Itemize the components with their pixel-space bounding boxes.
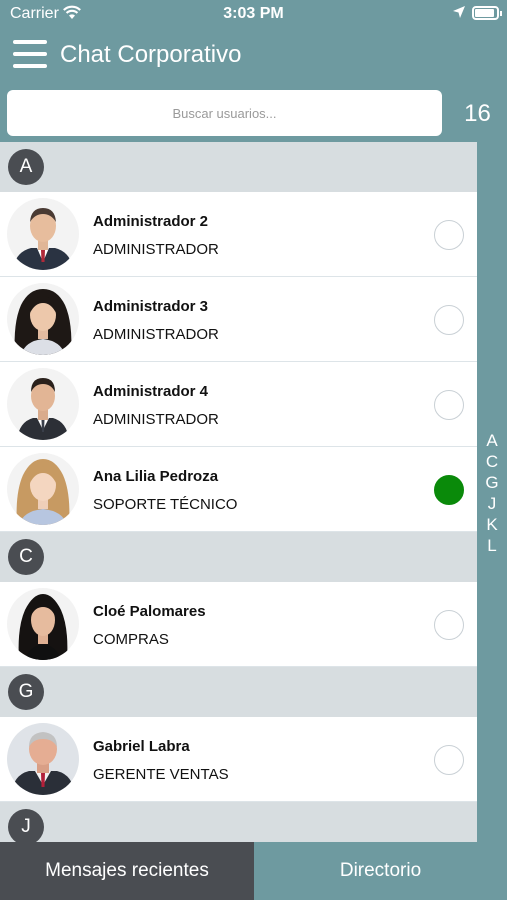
index-letter[interactable]: K — [477, 514, 507, 535]
select-radio[interactable] — [434, 305, 464, 335]
user-count: 16 — [464, 100, 491, 127]
index-letter[interactable]: G — [477, 472, 507, 493]
avatar — [7, 198, 79, 270]
section-header-j: J — [0, 802, 477, 842]
contact-row[interactable]: Ana Lilia Pedroza SOPORTE TÉCNICO — [0, 447, 477, 532]
contact-row[interactable]: Gabriel Labra GERENTE VENTAS — [0, 717, 477, 802]
select-radio[interactable] — [434, 390, 464, 420]
avatar — [7, 453, 79, 525]
avatar — [7, 588, 79, 660]
section-header-g: G — [0, 667, 477, 717]
status-bar: Carrier 3:03 PM — [0, 0, 507, 28]
contact-role: COMPRAS — [93, 631, 169, 648]
index-letter[interactable]: L — [477, 535, 507, 556]
tab-recent-messages[interactable]: Mensajes recientes — [0, 842, 254, 900]
contact-row[interactable]: Administrador 3 ADMINISTRADOR — [0, 277, 477, 362]
contact-name: Administrador 2 — [93, 213, 209, 230]
contact-row[interactable]: Administrador 4 ADMINISTRADOR — [0, 362, 477, 447]
index-letter[interactable]: C — [477, 451, 507, 472]
hamburger-menu-icon[interactable] — [13, 40, 47, 70]
contact-name: Gabriel Labra — [93, 738, 190, 755]
section-header-c: C — [0, 532, 477, 582]
bottom-tab-bar: Mensajes recientes Directorio — [0, 842, 507, 900]
avatar — [7, 283, 79, 355]
avatar — [7, 368, 79, 440]
section-letter: G — [8, 674, 44, 710]
select-radio[interactable] — [434, 745, 464, 775]
contact-role: ADMINISTRADOR — [93, 326, 219, 343]
contact-name: Administrador 3 — [93, 298, 209, 315]
search-input[interactable] — [7, 90, 442, 136]
contact-row[interactable]: Administrador 2 ADMINISTRADOR — [0, 192, 477, 277]
contact-role: ADMINISTRADOR — [93, 241, 219, 258]
section-letter: C — [8, 539, 44, 575]
index-letter[interactable]: J — [477, 493, 507, 514]
contact-role: ADMINISTRADOR — [93, 411, 219, 428]
section-header-a: A — [0, 142, 477, 192]
contact-name: Ana Lilia Pedroza — [93, 468, 219, 485]
tab-directory[interactable]: Directorio — [254, 842, 507, 900]
section-letter: J — [8, 809, 44, 842]
contact-row[interactable]: Cloé Palomares COMPRAS — [0, 582, 477, 667]
battery-icon — [472, 6, 502, 20]
contact-role: GERENTE VENTAS — [93, 766, 229, 783]
contact-name: Administrador 4 — [93, 383, 209, 400]
status-time: 3:03 PM — [223, 5, 284, 22]
select-radio-checked[interactable] — [434, 475, 464, 505]
select-radio[interactable] — [434, 220, 464, 250]
location-arrow-icon — [453, 6, 465, 18]
app-title: Chat Corporativo — [60, 41, 242, 68]
index-letter[interactable]: A — [477, 430, 507, 451]
contact-name: Cloé Palomares — [93, 603, 206, 620]
contact-role: SOPORTE TÉCNICO — [93, 496, 238, 513]
app-header: Chat Corporativo — [0, 28, 507, 84]
contact-list[interactable]: A Administrador 2 ADMINISTRADOR Administ… — [0, 142, 477, 842]
avatar — [7, 723, 79, 795]
section-letter: A — [8, 149, 44, 185]
select-radio[interactable] — [434, 610, 464, 640]
alphabet-index-bar[interactable]: A C G J K L — [477, 142, 507, 842]
